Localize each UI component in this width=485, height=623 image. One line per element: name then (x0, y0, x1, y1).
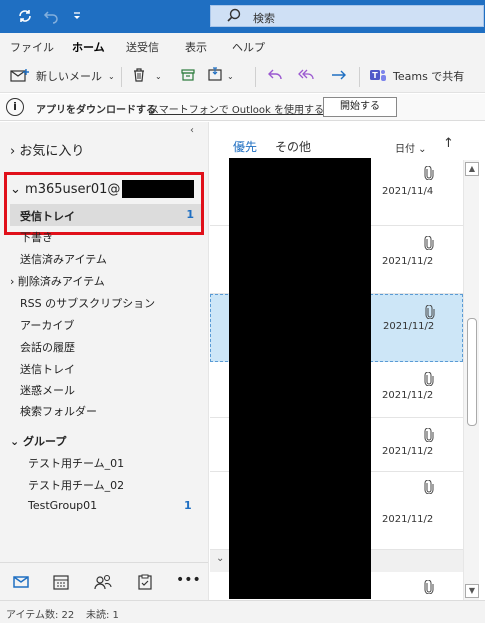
svg-text:T: T (372, 71, 378, 80)
teams-share-label: Teams で共有 (393, 70, 465, 83)
attachment-icon (424, 372, 434, 386)
collapse-pane-icon[interactable]: ‹ (190, 125, 194, 136)
status-bar: アイテム数: 22 未読: 1 (0, 600, 485, 623)
message-date: 2021/11/4 (382, 186, 434, 197)
tab-view[interactable]: 表示 (185, 39, 207, 55)
toolbar-divider (359, 67, 360, 87)
tab-home[interactable]: ホーム (72, 39, 105, 61)
unread-count: 未読: 1 (86, 610, 119, 621)
tab-send-receive[interactable]: 送受信 (126, 39, 159, 55)
sync-icon[interactable] (16, 7, 34, 25)
groups-header[interactable]: ⌄ グループ (10, 433, 66, 449)
folder-search-folders[interactable]: 検索フォルダー (20, 403, 97, 419)
scroll-thumb[interactable] (467, 318, 477, 426)
toolbar: 新しいメール ⌄ ⌄ ⌄ T Teams で共有 (0, 59, 485, 93)
group-item[interactable]: テスト用チーム_01 (28, 455, 124, 471)
new-mail-icon (10, 68, 30, 84)
message-date: 2021/11/2 (382, 446, 434, 457)
message-list-scrollbar[interactable]: ▲ ▼ (463, 160, 479, 600)
tasks-icon[interactable] (136, 573, 154, 591)
info-bar: i アプリをダウンロードする スマートフォンで Outlook を使用する 開始… (0, 94, 485, 121)
move-button[interactable]: ⌄ (207, 66, 234, 86)
calendar-icon[interactable] (52, 573, 70, 591)
undo-icon[interactable] (42, 7, 60, 25)
forward-icon (330, 67, 348, 86)
folder-rss[interactable]: RSS のサブスクリプション (20, 295, 155, 311)
info-text: アプリをダウンロードする (36, 105, 156, 116)
chevron-down-icon: ⌄ (108, 71, 115, 81)
message-date: 2021/11/2 (382, 390, 434, 401)
tab-other[interactable]: その他 (275, 138, 311, 155)
module-nav: ••• (0, 562, 208, 600)
folder-pane: ‹ › お気に入り ⌄ m365user01@ 受信トレイ 1 下書き 送信済み… (0, 122, 208, 562)
new-mail-label: 新しいメール (36, 70, 102, 83)
search-box[interactable]: 検索 (210, 5, 484, 27)
sort-direction-icon[interactable]: ↑ (443, 136, 454, 151)
group-unread-count: 1 (184, 499, 192, 512)
info-icon: i (6, 98, 24, 116)
teams-share-button[interactable]: T Teams で共有 (369, 66, 464, 86)
attachment-icon (424, 166, 434, 180)
archive-button[interactable] (180, 66, 196, 86)
folder-junk[interactable]: 迷惑メール (20, 382, 75, 398)
message-date: 2021/11/2 (383, 321, 435, 332)
attachment-icon (425, 305, 435, 319)
attachment-icon (424, 428, 434, 442)
tab-file[interactable]: ファイル (10, 39, 54, 55)
move-to-folder-icon (207, 66, 225, 86)
forward-button[interactable] (330, 66, 348, 86)
delete-button[interactable]: ⌄ (131, 66, 162, 86)
folder-conversation-history[interactable]: 会話の履歴 (20, 339, 75, 355)
group-item[interactable]: テスト用チーム_02 (28, 477, 124, 493)
favorites-header[interactable]: › お気に入り (10, 140, 84, 159)
folder-outbox[interactable]: 送信トレイ (20, 361, 75, 377)
scroll-down-icon[interactable]: ▼ (465, 584, 479, 598)
highlight-box (4, 172, 204, 235)
teams-icon: T (369, 67, 387, 86)
attachment-icon (424, 480, 434, 494)
attachment-icon (424, 580, 434, 594)
item-count: アイテム数: 22 (6, 610, 75, 621)
message-date: 2021/11/2 (382, 256, 434, 267)
tab-help[interactable]: ヘルプ (232, 39, 265, 55)
group-item[interactable]: TestGroup01 (28, 499, 97, 512)
sort-by-date[interactable]: 日付 ⌄ (395, 140, 427, 155)
folder-deleted[interactable]: › 削除済みアイテム (10, 273, 105, 289)
search-label: 検索 (253, 12, 275, 25)
toolbar-divider (255, 67, 256, 87)
more-icon[interactable]: ••• (176, 573, 201, 591)
toolbar-divider (121, 67, 122, 87)
folder-archive[interactable]: アーカイブ (20, 317, 74, 333)
archive-icon (180, 67, 196, 86)
chevron-down-icon: ⌄ (155, 71, 162, 81)
info-link[interactable]: スマートフォンで Outlook を使用する (149, 101, 324, 116)
ribbon-tabs: ファイル ホーム 送受信 表示 ヘルプ (0, 33, 485, 61)
message-list: 優先 その他 日付 ⌄ ↑ 2021/11/4 2021/11/2 2021/1… (208, 122, 485, 600)
message-date: 2021/11/2 (382, 514, 434, 525)
search-icon (225, 7, 243, 25)
people-icon[interactable] (93, 573, 112, 591)
mail-icon[interactable] (12, 573, 30, 591)
folder-sent[interactable]: 送信済みアイテム (20, 251, 107, 267)
reply-all-icon (297, 67, 315, 86)
reply-icon (266, 67, 284, 86)
customize-quick-access-icon[interactable] (68, 7, 86, 25)
redacted-senders (229, 158, 371, 599)
title-bar: 検索 (0, 0, 485, 33)
tab-focused[interactable]: 優先 (233, 138, 258, 160)
folder-drafts[interactable]: 下書き (20, 229, 53, 245)
reply-button[interactable] (266, 66, 284, 86)
start-button[interactable]: 開始する (323, 97, 397, 117)
scroll-up-icon[interactable]: ▲ (465, 162, 479, 176)
attachment-icon (424, 236, 434, 250)
reply-all-button[interactable] (297, 66, 315, 86)
trash-icon (131, 67, 147, 86)
chevron-down-icon: ⌄ (227, 71, 234, 81)
chevron-down-icon: ⌄ (216, 553, 225, 564)
new-mail-button[interactable]: 新しいメール ⌄ (10, 66, 115, 86)
